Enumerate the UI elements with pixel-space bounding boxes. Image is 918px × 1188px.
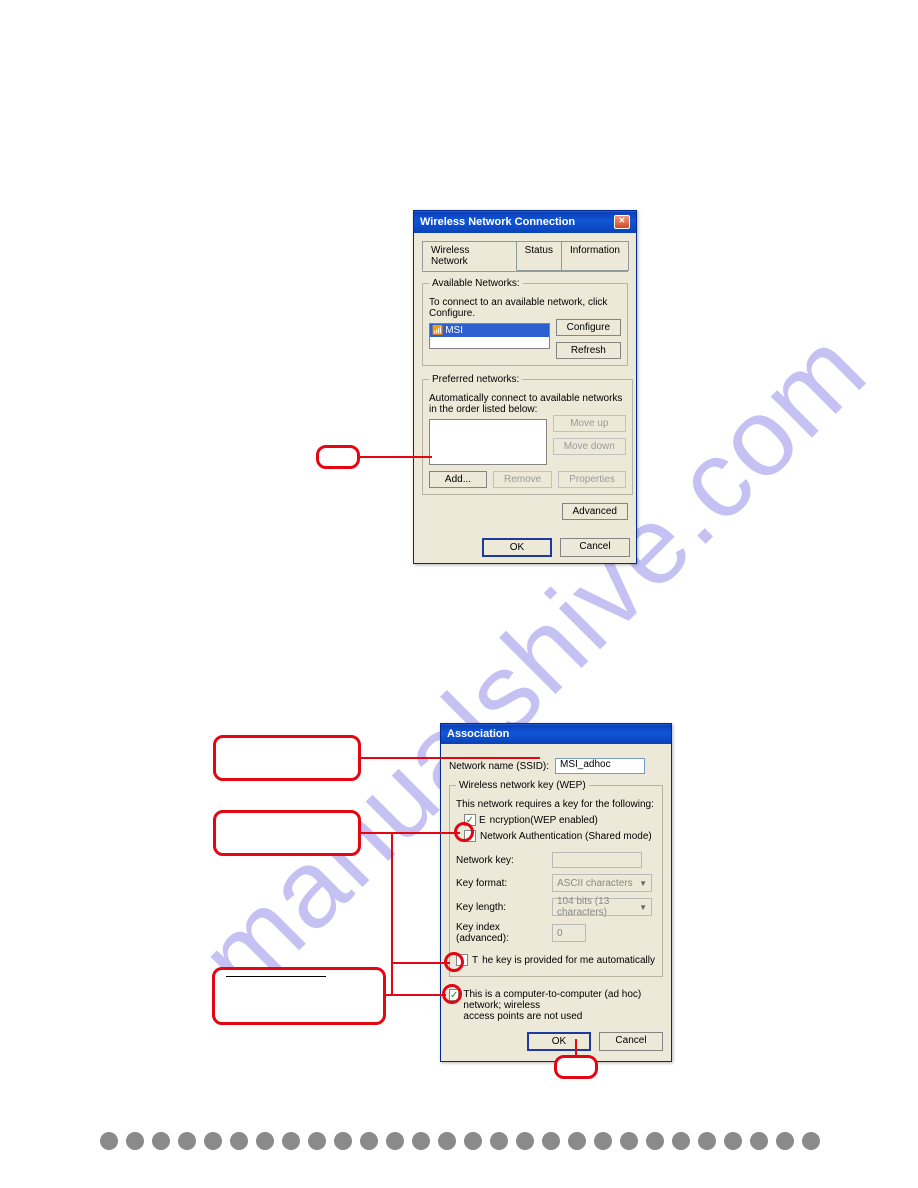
key-length-value: 104 bits (13 characters) (557, 896, 635, 918)
underline (226, 976, 326, 977)
titlebar: Wireless Network Connection ✕ (414, 211, 636, 233)
page-divider-dots (100, 1132, 820, 1150)
tab-status[interactable]: Status (516, 241, 562, 271)
ok-button[interactable]: OK (527, 1032, 591, 1051)
connector-line (361, 757, 540, 759)
ok-button[interactable]: OK (482, 538, 552, 557)
add-button[interactable]: Add... (429, 471, 487, 488)
callout-click-ok (554, 1055, 598, 1079)
properties-button: Properties (558, 471, 626, 488)
adhoc-label-line1: his is a computer-to-computer (ad hoc) n… (463, 989, 641, 1011)
wireless-connection-window: Wireless Network Connection ✕ Wireless N… (413, 210, 637, 564)
movedown-button: Move down (553, 438, 626, 455)
connector-line (391, 832, 460, 834)
advanced-button[interactable]: Advanced (562, 503, 628, 520)
available-legend: Available Networks: (429, 278, 523, 289)
highlight-circle (442, 984, 462, 1004)
wep-hint: This network requires a key for the foll… (456, 799, 656, 810)
network-key-label: Network key: (456, 855, 546, 866)
connector-line (360, 456, 432, 458)
connector-line (575, 1039, 577, 1057)
network-name: MSI (445, 325, 463, 336)
ssid-label: Network name (SSID): (449, 761, 549, 772)
refresh-button[interactable]: Refresh (556, 342, 621, 359)
chevron-down-icon: ▼ (639, 879, 647, 888)
wep-group: Wireless network key (WEP) This network … (449, 780, 663, 977)
callout-ssid (213, 735, 361, 781)
moveup-button: Move up (553, 415, 626, 432)
key-format-label: Key format: (456, 878, 546, 889)
preferred-hint: Automatically connect to available netwo… (429, 393, 626, 415)
titlebar: Association (441, 724, 671, 744)
available-networks-group: Available Networks: To connect to an ava… (422, 278, 628, 366)
key-index-spinner: 0 (552, 924, 586, 942)
encryption-label: ncryption(WEP enabled) (490, 815, 598, 826)
window-title: Wireless Network Connection (420, 216, 575, 228)
cancel-button[interactable]: Cancel (560, 538, 630, 557)
chevron-down-icon: ▼ (639, 903, 647, 912)
callout-click-add (316, 445, 360, 469)
adhoc-label-line2: ccess points are not used (469, 1011, 582, 1022)
tab-strip: Wireless Network Status Information (422, 241, 628, 272)
cancel-button[interactable]: Cancel (599, 1032, 663, 1051)
key-provided-label: he key is provided for me automatically (482, 955, 655, 966)
antenna-icon: 📶 (432, 325, 443, 336)
preferred-listbox[interactable] (429, 419, 547, 465)
network-key-input (552, 852, 642, 868)
configure-button[interactable]: Configure (556, 319, 621, 336)
ssid-input[interactable]: MSI_adhoc (555, 758, 645, 774)
remove-button: Remove (493, 471, 552, 488)
available-listbox[interactable]: 📶 MSI (429, 323, 550, 349)
key-length-select: 104 bits (13 characters) ▼ (552, 898, 652, 916)
tab-wireless-network[interactable]: Wireless Network (422, 241, 517, 271)
highlight-circle (444, 952, 464, 972)
highlight-circle (454, 822, 474, 842)
preferred-legend: Preferred networks: (429, 374, 522, 385)
connector-line (361, 832, 391, 834)
key-index-label: Key index (advanced): (456, 922, 546, 944)
available-hint: To connect to an available network, clic… (429, 297, 621, 319)
connector-line (386, 994, 446, 996)
callout-wep (213, 810, 361, 856)
wep-legend: Wireless network key (WEP) (456, 780, 589, 791)
key-format-select: ASCII characters ▼ (552, 874, 652, 892)
preferred-networks-group: Preferred networks: Automatically connec… (422, 374, 633, 495)
association-window: Association Network name (SSID): MSI_adh… (440, 723, 672, 1062)
window-title: Association (447, 728, 509, 740)
connector-line (391, 962, 450, 964)
auth-label: Network Authentication (Shared mode) (480, 831, 652, 842)
tab-information[interactable]: Information (561, 241, 629, 271)
list-item[interactable]: 📶 MSI (430, 324, 549, 337)
connector-line (391, 832, 393, 994)
close-icon[interactable]: ✕ (614, 215, 630, 229)
key-format-value: ASCII characters (557, 878, 633, 889)
key-length-label: Key length: (456, 902, 546, 913)
key-index-value: 0 (553, 928, 567, 939)
